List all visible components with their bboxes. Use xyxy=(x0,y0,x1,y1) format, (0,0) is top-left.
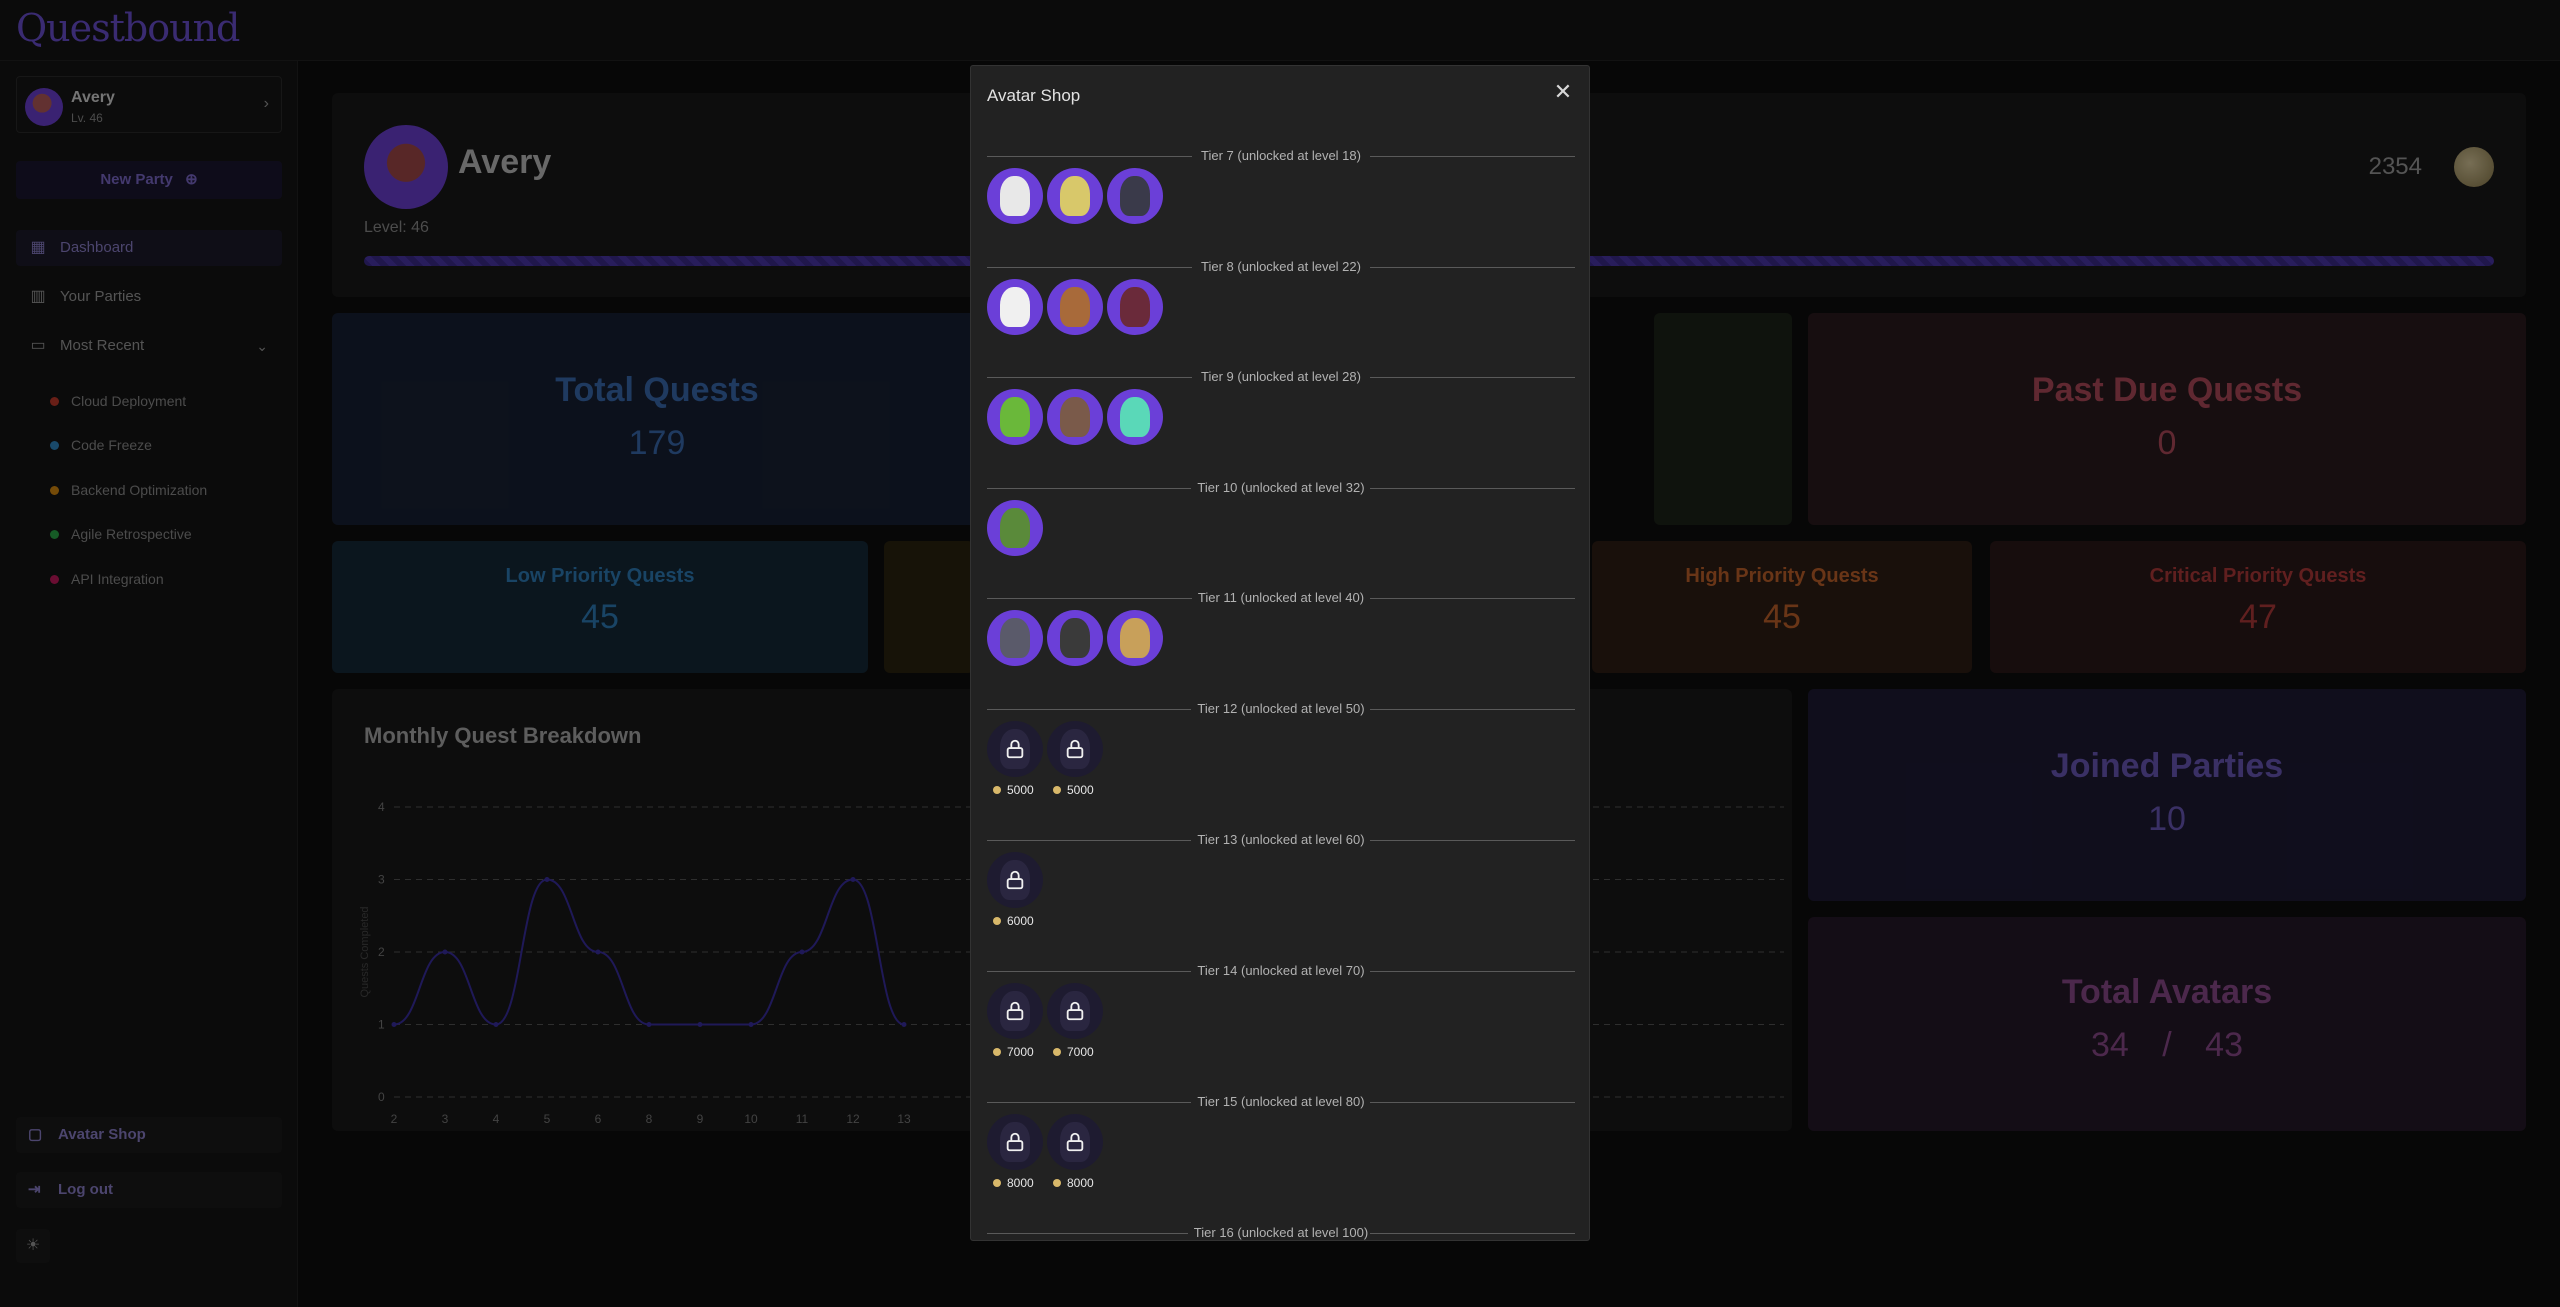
coin-icon xyxy=(1053,786,1061,794)
price-value: 5000 xyxy=(1007,783,1034,797)
locked-avatar-option[interactable] xyxy=(987,721,1043,777)
locked-avatar-option[interactable] xyxy=(987,852,1043,908)
tier-label-text: Tier 12 (unlocked at level 50) xyxy=(1191,701,1371,716)
modal-title: Avatar Shop xyxy=(987,86,1081,105)
tier-label: Tier 15 (unlocked at level 80) xyxy=(987,1094,1575,1109)
price-value: 8000 xyxy=(1007,1176,1034,1190)
tier-label: Tier 8 (unlocked at level 22) xyxy=(987,259,1575,274)
avatar-option[interactable] xyxy=(1107,168,1163,224)
avatar-image xyxy=(1060,287,1090,327)
avatar-option[interactable] xyxy=(1047,610,1103,666)
coin-icon xyxy=(993,917,1001,925)
coin-icon xyxy=(1053,1048,1061,1056)
avatar-price: 6000 xyxy=(993,914,1034,928)
tier-label: Tier 9 (unlocked at level 28) xyxy=(987,369,1575,384)
tier-label-text: Tier 8 (unlocked at level 22) xyxy=(1195,259,1367,274)
avatar-image xyxy=(1000,508,1030,548)
avatar-option[interactable] xyxy=(1107,279,1163,335)
tier-label: Tier 7 (unlocked at level 18) xyxy=(987,148,1575,163)
locked-avatar-option[interactable] xyxy=(1047,721,1103,777)
tier-label-text: Tier 9 (unlocked at level 28) xyxy=(1195,369,1367,384)
avatar-option[interactable] xyxy=(987,279,1043,335)
locked-avatar-option[interactable] xyxy=(1047,1114,1103,1170)
coin-icon xyxy=(993,1179,1001,1187)
avatar-option[interactable] xyxy=(1047,389,1103,445)
coin-icon xyxy=(1053,1179,1061,1187)
tier-label: Tier 11 (unlocked at level 40) xyxy=(987,590,1575,605)
price-value: 7000 xyxy=(1007,1045,1034,1059)
tier-label-text: Tier 14 (unlocked at level 70) xyxy=(1191,963,1371,978)
avatar-image xyxy=(1120,618,1150,658)
avatar-option[interactable] xyxy=(1047,168,1103,224)
tier-label-text: Tier 7 (unlocked at level 18) xyxy=(1195,148,1367,163)
avatar-option[interactable] xyxy=(987,168,1043,224)
avatar-price: 8000 xyxy=(993,1176,1034,1190)
lock-icon xyxy=(1066,1001,1084,1021)
avatar-image xyxy=(1060,397,1090,437)
avatar-price: 8000 xyxy=(1053,1176,1094,1190)
avatar-price: 7000 xyxy=(1053,1045,1094,1059)
tier-label-text: Tier 15 (unlocked at level 80) xyxy=(1191,1094,1371,1109)
avatar-image xyxy=(1120,397,1150,437)
price-value: 5000 xyxy=(1067,783,1094,797)
price-value: 8000 xyxy=(1067,1176,1094,1190)
tier-label: Tier 12 (unlocked at level 50) xyxy=(987,701,1575,716)
avatar-image xyxy=(1120,287,1150,327)
avatar-image xyxy=(1000,397,1030,437)
lock-icon xyxy=(1006,870,1024,890)
avatar-image xyxy=(1000,618,1030,658)
price-value: 7000 xyxy=(1067,1045,1094,1059)
lock-icon xyxy=(1006,1001,1024,1021)
avatar-option[interactable] xyxy=(1107,389,1163,445)
tier-label: Tier 10 (unlocked at level 32) xyxy=(987,480,1575,495)
avatar-option[interactable] xyxy=(987,610,1043,666)
close-icon[interactable]: ✕ xyxy=(1551,80,1575,104)
avatar-option[interactable] xyxy=(987,500,1043,556)
avatar-shop-modal: Avatar Shop ✕ Tier 7 (unlocked at level … xyxy=(970,65,1590,1241)
tier-label: Tier 13 (unlocked at level 60) xyxy=(987,832,1575,847)
tier-label: Tier 16 (unlocked at level 100) xyxy=(987,1225,1575,1240)
tier-label-text: Tier 11 (unlocked at level 40) xyxy=(1191,590,1371,605)
lock-icon xyxy=(1006,739,1024,759)
avatar-option[interactable] xyxy=(1107,610,1163,666)
locked-avatar-option[interactable] xyxy=(1047,983,1103,1039)
avatar-option[interactable] xyxy=(1047,279,1103,335)
price-value: 6000 xyxy=(1007,914,1034,928)
avatar-image xyxy=(1060,176,1090,216)
avatar-price: 5000 xyxy=(1053,783,1094,797)
locked-avatar-option[interactable] xyxy=(987,983,1043,1039)
avatar-image xyxy=(1120,176,1150,216)
tier-label-text: Tier 10 (unlocked at level 32) xyxy=(1191,480,1371,495)
coin-icon xyxy=(993,1048,1001,1056)
coin-icon xyxy=(993,786,1001,794)
lock-icon xyxy=(1066,1132,1084,1152)
avatar-price: 5000 xyxy=(993,783,1034,797)
avatar-image xyxy=(1000,176,1030,216)
locked-avatar-option[interactable] xyxy=(987,1114,1043,1170)
lock-icon xyxy=(1006,1132,1024,1152)
tier-label-text: Tier 13 (unlocked at level 60) xyxy=(1191,832,1371,847)
avatar-image xyxy=(1060,618,1090,658)
avatar-option[interactable] xyxy=(987,389,1043,445)
avatar-price: 7000 xyxy=(993,1045,1034,1059)
tier-label: Tier 14 (unlocked at level 70) xyxy=(987,963,1575,978)
lock-icon xyxy=(1066,739,1084,759)
tier-label-text: Tier 16 (unlocked at level 100) xyxy=(1187,1225,1375,1240)
avatar-image xyxy=(1000,287,1030,327)
